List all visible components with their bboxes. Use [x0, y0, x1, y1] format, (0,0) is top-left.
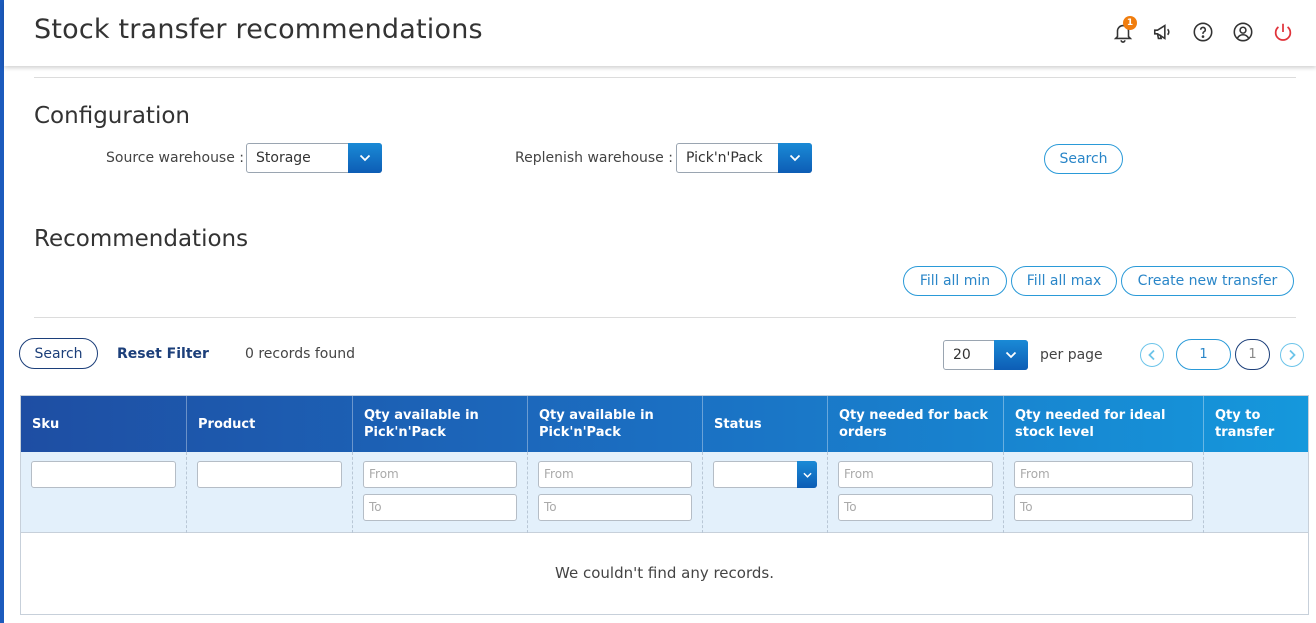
chevron-down-icon — [994, 340, 1028, 370]
filter-cell-qty-available-2: From To — [528, 452, 703, 533]
qty-available-2-from-input[interactable]: From — [538, 461, 692, 488]
filter-cell-qty-to-transfer — [1204, 452, 1308, 533]
divider — [34, 317, 1296, 318]
per-page-label: per page — [1040, 347, 1103, 363]
grid-search-button[interactable]: Search — [19, 338, 98, 369]
filter-row: From To From To From To From To — [21, 452, 1308, 533]
help-icon[interactable] — [1188, 19, 1218, 45]
filter-cell-status — [703, 452, 828, 533]
column-header-qty-ideal-stock[interactable]: Qty needed for ideal stock level — [1004, 396, 1204, 452]
power-icon[interactable] — [1268, 19, 1298, 45]
recommendations-title: Recommendations — [34, 226, 249, 252]
notification-badge: 1 — [1123, 16, 1137, 30]
status-filter-select[interactable] — [713, 461, 817, 488]
per-page-value: 20 — [953, 347, 971, 363]
column-header-qty-available-1[interactable]: Qty available in Pick'n'Pack — [353, 396, 528, 452]
current-page-pill[interactable]: 1 — [1176, 339, 1231, 370]
configuration-title: Configuration — [34, 103, 190, 129]
column-header-status[interactable]: Status — [703, 396, 828, 452]
config-search-button[interactable]: Search — [1044, 144, 1123, 174]
replenish-warehouse-select[interactable]: Pick'n'Pack — [676, 143, 812, 173]
total-pages-pill: 1 — [1235, 339, 1270, 370]
bell-icon[interactable]: 1 — [1108, 16, 1138, 45]
sku-filter-input[interactable] — [31, 461, 176, 488]
column-header-qty-available-2[interactable]: Qty available in Pick'n'Pack — [528, 396, 703, 452]
chevron-down-icon — [348, 143, 382, 173]
next-page-button[interactable] — [1280, 343, 1304, 367]
filter-cell-qty-ideal-stock: From To — [1004, 452, 1204, 533]
page-header: Stock transfer recommendations 1 — [4, 0, 1316, 66]
column-header-qty-to-transfer[interactable]: Qty to transfer — [1204, 396, 1308, 452]
replenish-warehouse-value: Pick'n'Pack — [686, 150, 763, 166]
qty-available-1-from-input[interactable]: From — [363, 461, 517, 488]
megaphone-icon[interactable] — [1148, 19, 1178, 45]
qty-available-2-to-input[interactable]: To — [538, 494, 692, 521]
filter-cell-qty-back-orders: From To — [828, 452, 1004, 533]
replenish-warehouse-label: Replenish warehouse : — [515, 150, 673, 166]
grid-header-row: Sku Product Qty available in Pick'n'Pack… — [21, 396, 1308, 452]
column-header-qty-back-orders[interactable]: Qty needed for back orders — [828, 396, 1004, 452]
product-filter-input[interactable] — [197, 461, 342, 488]
source-warehouse-select[interactable]: Storage — [246, 143, 382, 173]
fill-all-max-button[interactable]: Fill all max — [1011, 266, 1117, 296]
column-header-sku[interactable]: Sku — [21, 396, 187, 452]
prev-page-button[interactable] — [1140, 343, 1164, 367]
recommendations-grid: Sku Product Qty available in Pick'n'Pack… — [20, 395, 1309, 615]
qty-ideal-stock-to-input[interactable]: To — [1014, 494, 1193, 521]
per-page-select[interactable]: 20 — [943, 340, 1028, 370]
column-header-product[interactable]: Product — [187, 396, 353, 452]
empty-records-message: We couldn't find any records. — [555, 564, 774, 582]
divider — [34, 77, 1296, 78]
filter-cell-sku — [21, 452, 187, 533]
left-accent-stripe — [0, 0, 4, 623]
chevron-down-icon — [797, 461, 817, 488]
chevron-left-icon — [1148, 349, 1155, 361]
user-icon[interactable] — [1228, 19, 1258, 45]
header-icons: 1 — [1108, 16, 1298, 45]
reset-filter-link[interactable]: Reset Filter — [117, 346, 209, 362]
page-title: Stock transfer recommendations — [34, 14, 483, 45]
qty-back-orders-to-input[interactable]: To — [838, 494, 993, 521]
filter-cell-product — [187, 452, 353, 533]
create-new-transfer-button[interactable]: Create new transfer — [1121, 266, 1294, 296]
records-count: 0 records found — [245, 346, 355, 362]
filter-cell-qty-available-1: From To — [353, 452, 528, 533]
qty-available-1-to-input[interactable]: To — [363, 494, 517, 521]
qty-back-orders-from-input[interactable]: From — [838, 461, 993, 488]
chevron-right-icon — [1289, 349, 1296, 361]
chevron-down-icon — [778, 143, 812, 173]
source-warehouse-label: Source warehouse : — [106, 150, 245, 166]
source-warehouse-value: Storage — [256, 150, 311, 166]
qty-ideal-stock-from-input[interactable]: From — [1014, 461, 1193, 488]
fill-all-min-button[interactable]: Fill all min — [903, 266, 1007, 296]
